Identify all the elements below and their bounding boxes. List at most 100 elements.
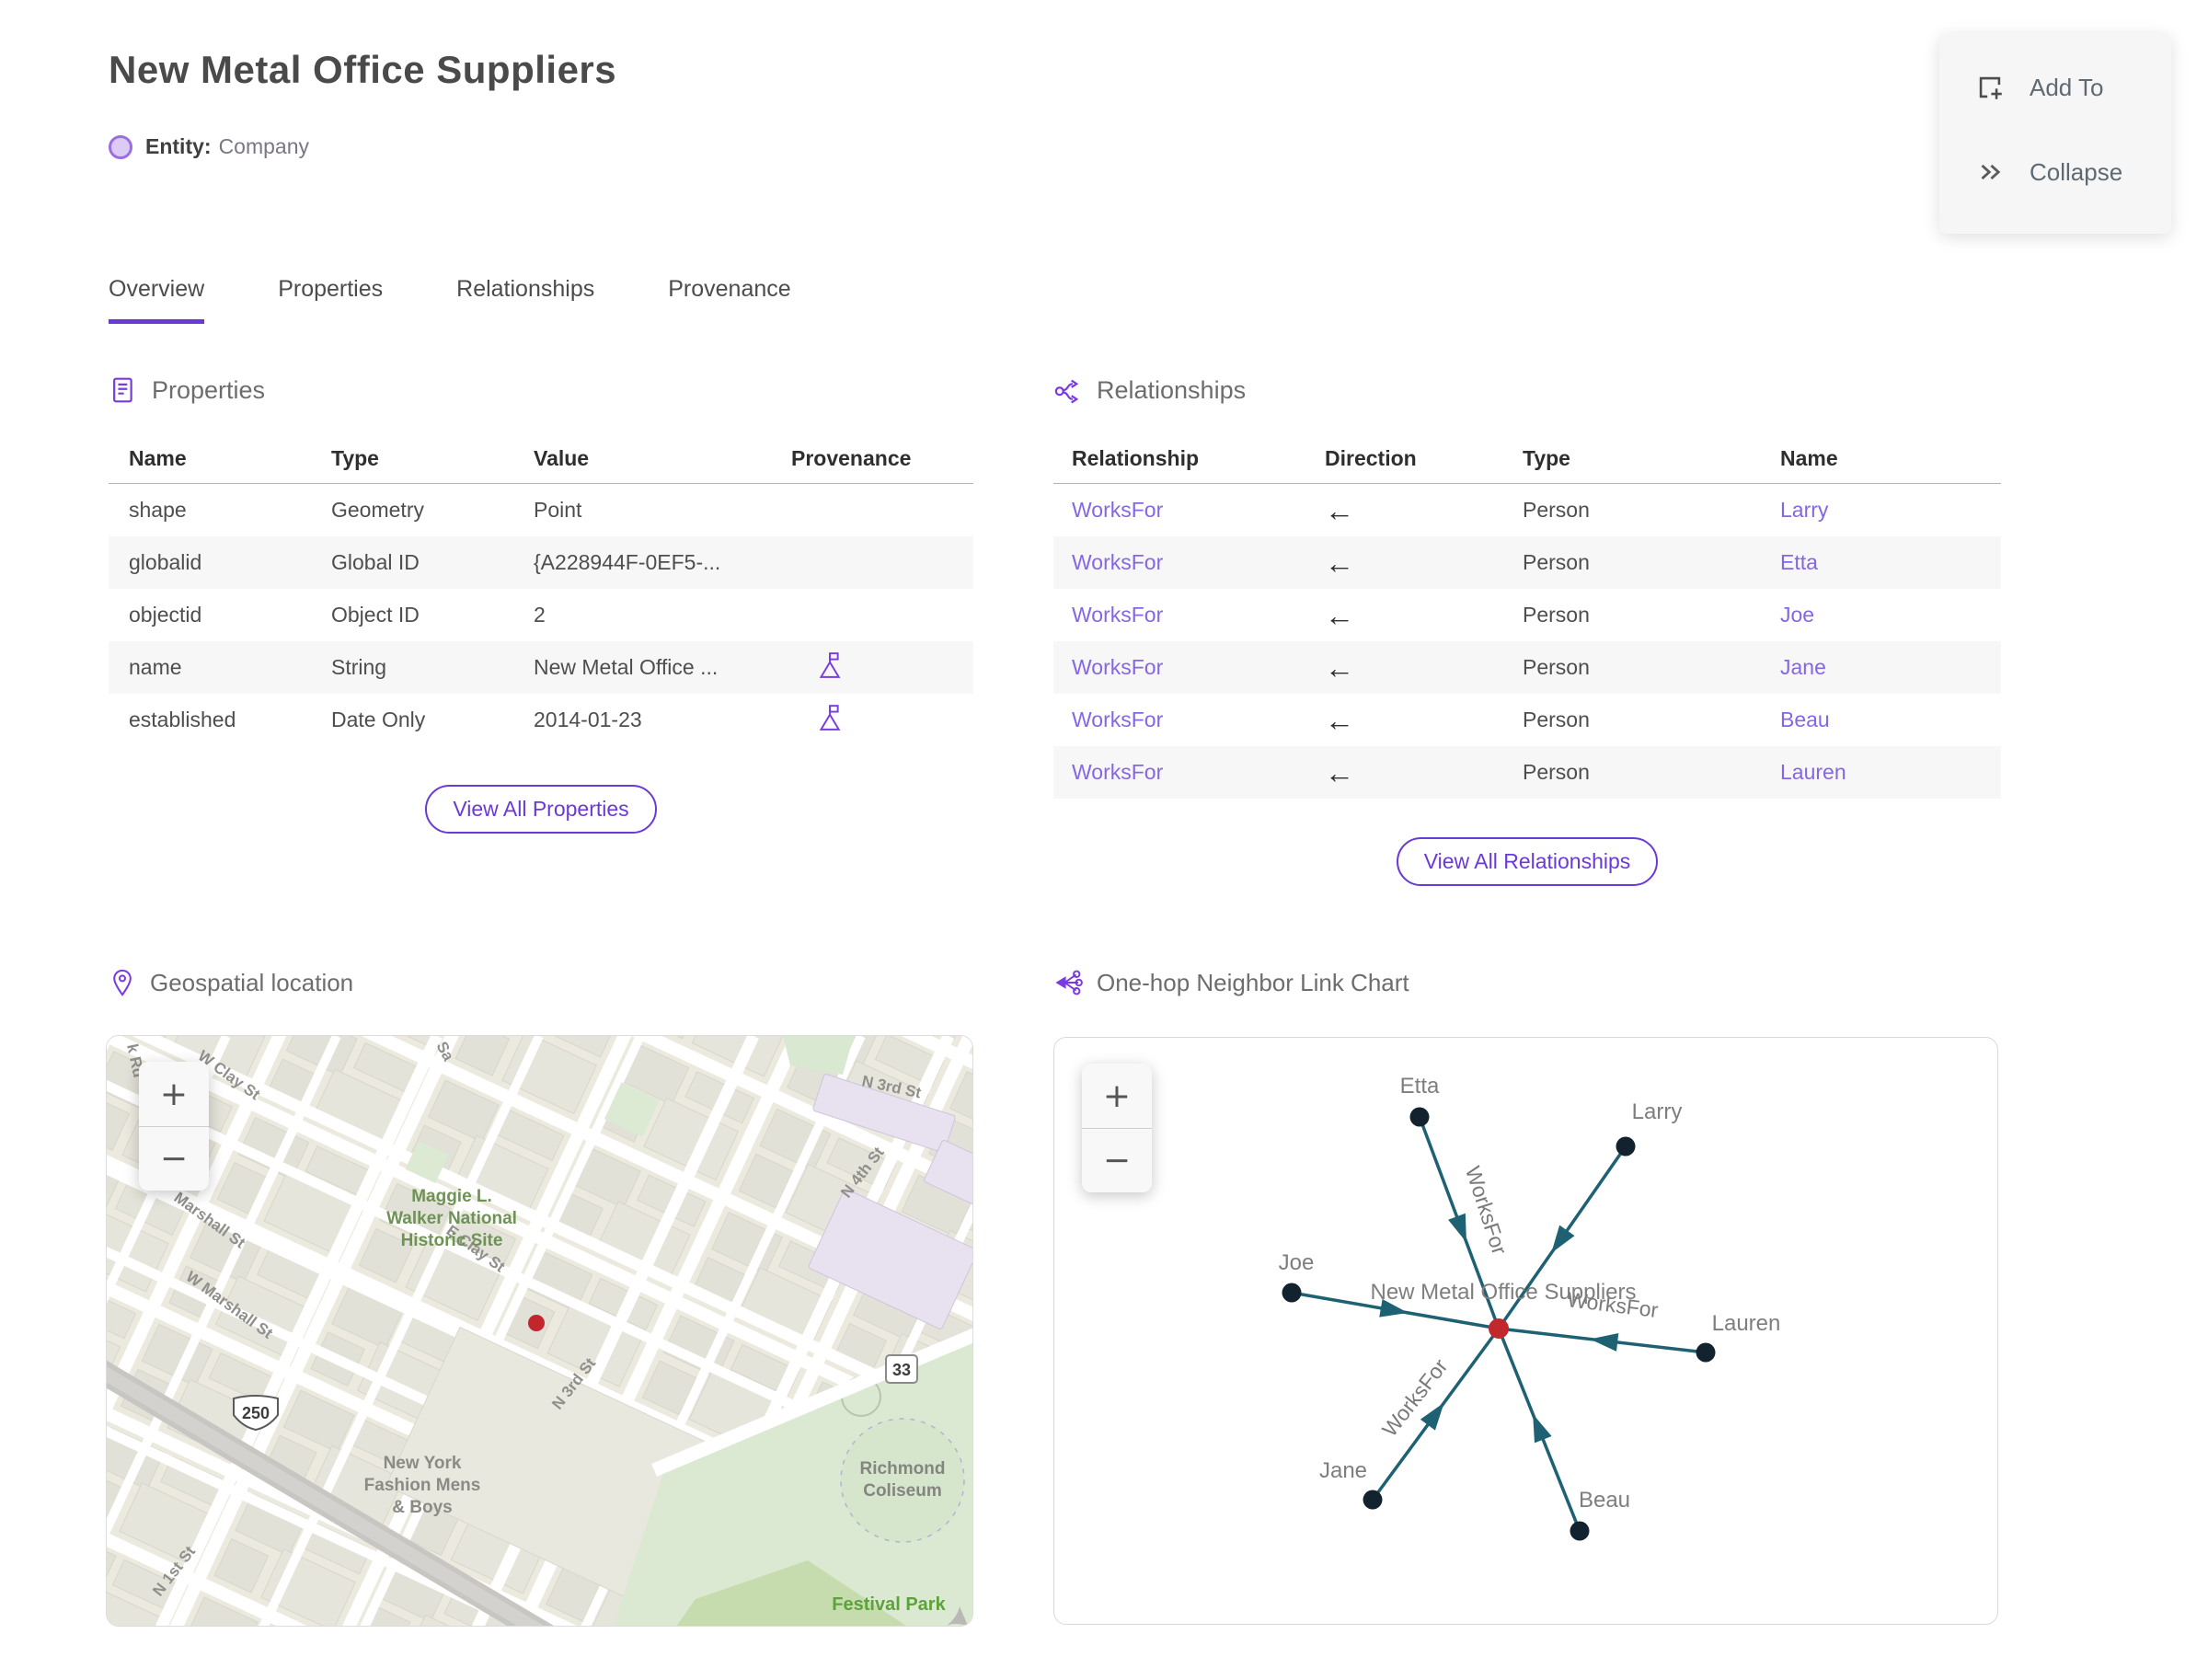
entity-label: Entity:	[145, 134, 212, 158]
relationship-name-link[interactable]: Joe	[1780, 603, 2001, 627]
property-row: shape Geometry Point	[109, 484, 973, 536]
collapse-button[interactable]: Collapse	[1939, 140, 2171, 204]
property-value: New Metal Office ...	[534, 655, 719, 679]
relationships-table-header: Relationship Direction Type Name	[1053, 434, 2001, 484]
geospatial-map[interactable]: 250 33 k Rd W Clay St Sa Marshall St W M…	[106, 1035, 973, 1627]
graph-center-label: New Metal Office Suppliers	[1370, 1280, 1636, 1305]
collapse-label: Collapse	[2030, 157, 2123, 186]
tab-properties[interactable]: Properties	[278, 276, 383, 324]
col-direction: Direction	[1325, 446, 1417, 470]
relationship-link[interactable]: WorksFor	[1072, 603, 1325, 627]
col-provenance: Provenance	[791, 446, 912, 470]
route-shield-33: 33	[885, 1354, 918, 1384]
svg-text:33: 33	[892, 1361, 911, 1379]
location-marker	[528, 1315, 545, 1331]
property-row: name String New Metal Office ...	[109, 641, 973, 694]
property-value: Point	[534, 498, 582, 522]
tab-overview[interactable]: Overview	[109, 276, 205, 324]
graph-node[interactable]	[1616, 1136, 1636, 1156]
map-canvas: 250 33 k Rd W Clay St Sa Marshall St W M…	[107, 1036, 972, 1626]
link-chart-zoom-control: + −	[1082, 1064, 1152, 1192]
add-to-button[interactable]: Add To	[1939, 55, 2171, 120]
property-value: {A228944F-0EF5-...	[534, 550, 721, 574]
graph-node-label: Jane	[1319, 1458, 1367, 1483]
graph-node[interactable]	[1409, 1107, 1430, 1127]
property-name: shape	[129, 498, 187, 522]
relationships-table-body: WorksFor ← Person Larry WorksFor ← Person Etta W…	[1053, 484, 2001, 799]
tab-provenance[interactable]: Provenance	[668, 276, 790, 324]
link-chart-zoom-in-button[interactable]: +	[1082, 1064, 1152, 1128]
relationship-link[interactable]: WorksFor	[1072, 498, 1325, 523]
relationship-name-link[interactable]: Larry	[1780, 498, 2001, 523]
direction-arrow: ←	[1325, 650, 1354, 685]
provenance-flag-icon[interactable]	[817, 651, 841, 679]
collapse-icon	[1981, 164, 2001, 180]
graph-arrowhead	[1420, 1402, 1444, 1431]
link-chart[interactable]: WorksFor WorksFor WorksFor Etta Larry Joe Laur…	[1053, 1037, 1998, 1625]
graph-center-node[interactable]	[1489, 1318, 1509, 1339]
provenance-flag-icon[interactable]	[817, 704, 841, 731]
link-chart-zoom-out-button[interactable]: −	[1082, 1128, 1152, 1192]
view-all-relationships-button[interactable]: View All Relationships	[1396, 837, 1659, 886]
relationship-row: WorksFor ← Person Larry	[1053, 484, 2001, 536]
add-to-icon	[1979, 76, 2002, 99]
property-provenance	[791, 651, 973, 685]
relationship-link[interactable]: WorksFor	[1072, 708, 1325, 732]
properties-table-header: Name Type Value Provenance	[109, 434, 973, 484]
link-chart-canvas: WorksForWorksForWorksForEttaLarryJoeLaur…	[1279, 1074, 1781, 1541]
graph-node-label: Joe	[1279, 1250, 1315, 1275]
link-chart-icon	[1055, 970, 1083, 995]
relationship-type: Person	[1523, 708, 1590, 731]
property-value: 2014-01-23	[534, 708, 642, 731]
relationship-type: Person	[1523, 760, 1590, 784]
map-zoom-in-button[interactable]: +	[139, 1062, 209, 1126]
svg-text:Historic Site: Historic Site	[401, 1231, 503, 1250]
graph-node-label: Etta	[1400, 1074, 1440, 1099]
property-row: globalid Global ID {A228944F-0EF5-...	[109, 536, 973, 589]
col-rel-type: Type	[1523, 446, 1570, 470]
properties-section: Properties Name Type Value Provenance sh…	[109, 375, 973, 834]
relationship-name-link[interactable]: Beau	[1780, 708, 2001, 732]
relationship-name-link[interactable]: Lauren	[1780, 760, 2001, 785]
col-type: Type	[331, 446, 379, 470]
col-value: Value	[534, 446, 590, 470]
relationship-row: WorksFor ← Person Jane	[1053, 641, 2001, 694]
property-row: established Date Only 2014-01-23	[109, 694, 973, 746]
relationship-name-link[interactable]: Jane	[1780, 655, 2001, 680]
direction-arrow: ←	[1325, 755, 1354, 789]
poi-label-coliseum: Richmond	[860, 1459, 946, 1479]
map-pin-icon	[113, 969, 132, 996]
direction-arrow: ←	[1325, 546, 1354, 580]
graph-node[interactable]	[1696, 1342, 1716, 1363]
graph-node-label: Beau	[1579, 1488, 1630, 1513]
col-rel-name: Name	[1780, 446, 1838, 470]
relationship-link[interactable]: WorksFor	[1072, 655, 1325, 680]
relationships-icon	[1054, 379, 1079, 404]
relationship-link[interactable]: WorksFor	[1072, 760, 1325, 785]
graph-arrowhead	[1448, 1213, 1466, 1243]
relationship-name-link[interactable]: Etta	[1780, 550, 2001, 575]
graph-node[interactable]	[1363, 1490, 1383, 1510]
geospatial-header: Geospatial location	[109, 968, 353, 997]
view-all-properties-button[interactable]: View All Properties	[425, 785, 657, 834]
relationship-type: Person	[1523, 603, 1590, 627]
map-zoom-out-button[interactable]: −	[139, 1126, 209, 1191]
relationship-row: WorksFor ← Person Joe	[1053, 589, 2001, 641]
property-type: Object ID	[331, 603, 420, 627]
poi-label-maggie: Maggie L.	[411, 1187, 492, 1206]
graph-node[interactable]	[1570, 1521, 1590, 1541]
property-type: Date Only	[331, 708, 426, 731]
graph-arrowhead	[1551, 1225, 1575, 1253]
tab-relationships[interactable]: Relationships	[456, 276, 594, 324]
graph-node-label: Lauren	[1712, 1311, 1781, 1336]
actions-panel: Add To Collapse	[1939, 33, 2171, 234]
map-zoom-control: + −	[139, 1062, 209, 1191]
property-name: objectid	[129, 603, 202, 627]
graph-node[interactable]	[1282, 1283, 1302, 1303]
property-name: globalid	[129, 550, 202, 574]
relationship-type: Person	[1523, 655, 1590, 679]
svg-text:Coliseum: Coliseum	[863, 1481, 942, 1501]
entity-type-dot	[109, 134, 132, 159]
relationship-link[interactable]: WorksFor	[1072, 550, 1325, 575]
page-title: New Metal Office Suppliers	[109, 48, 617, 91]
